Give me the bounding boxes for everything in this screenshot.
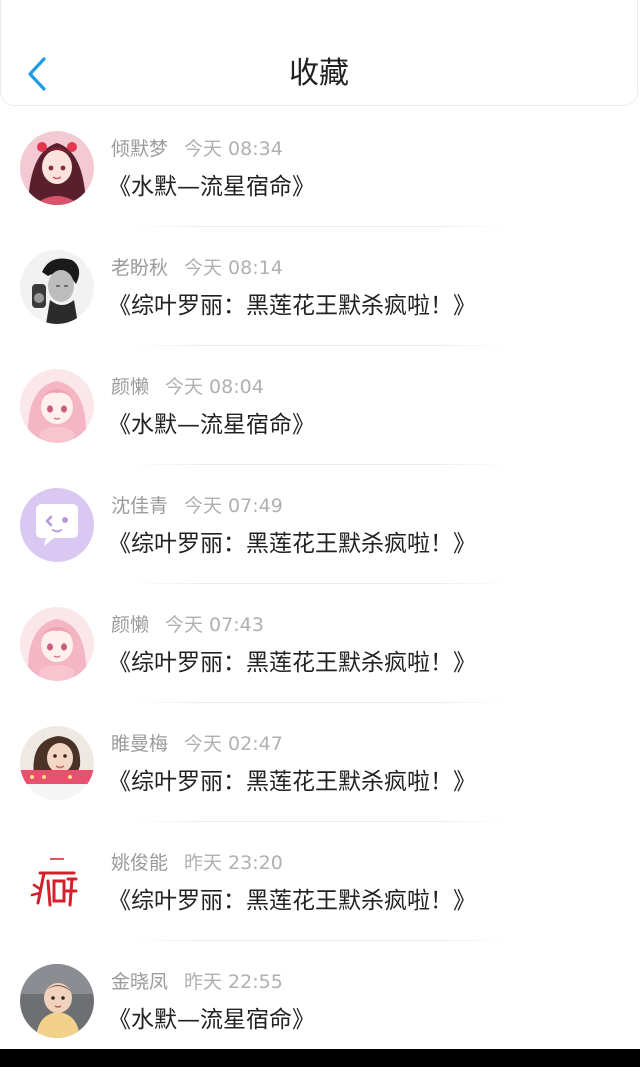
author-name: 老盼秋 — [111, 257, 169, 279]
favorite-item[interactable]: 睢曼梅 今天 02:47 《综叶罗丽：黑莲花王默杀疯啦！》 — [0, 703, 640, 822]
anime-girl-red-avatar-icon — [20, 131, 94, 205]
favorite-item[interactable]: 姚俊能 昨天 23:20 《综叶罗丽：黑莲花王默杀疯啦！》 — [0, 822, 640, 941]
item-meta: 颜懒 今天 08:04 — [111, 374, 264, 400]
item-meta: 姚俊能 昨天 23:20 — [111, 850, 283, 876]
favorite-item[interactable]: 颜懒 今天 08:04 《水默—流星宿命》 — [0, 346, 640, 465]
story-title: 《综叶罗丽：黑莲花王默杀疯啦！》 — [108, 531, 476, 557]
story-title: 《水默—流星宿命》 — [108, 174, 315, 200]
item-meta: 倾默梦 今天 08:34 — [111, 136, 283, 162]
favorites-list: 倾默梦 今天 08:34 《水默—流星宿命》 老盼秋 今天 08:14 《综叶罗… — [0, 108, 640, 1060]
man-bw-avatar-icon — [20, 250, 94, 324]
timestamp: 今天 08:04 — [165, 376, 264, 398]
woman-photo-avatar-icon — [20, 726, 94, 800]
item-meta: 颜懒 今天 07:43 — [111, 612, 264, 638]
chat-bubble-purple-avatar-icon — [20, 488, 94, 562]
timestamp: 今天 07:43 — [165, 614, 264, 636]
avatar — [20, 845, 94, 919]
red-calligraphy-avatar-icon — [20, 845, 94, 919]
story-title: 《水默—流星宿命》 — [108, 1007, 315, 1033]
author-name: 金晓凤 — [111, 971, 169, 993]
favorite-item[interactable]: 颜懒 今天 07:43 《综叶罗丽：黑莲花王默杀疯啦！》 — [0, 584, 640, 703]
item-meta: 老盼秋 今天 08:14 — [111, 255, 283, 281]
timestamp: 昨天 22:55 — [184, 971, 283, 993]
favorite-item[interactable]: 沈佳青 今天 07:49 《综叶罗丽：黑莲花王默杀疯啦！》 — [0, 465, 640, 584]
avatar — [20, 369, 94, 443]
author-name: 颜懒 — [111, 376, 150, 398]
author-name: 姚俊能 — [111, 852, 169, 874]
item-meta: 睢曼梅 今天 02:47 — [111, 731, 283, 757]
story-title: 《综叶罗丽：黑莲花王默杀疯啦！》 — [108, 888, 476, 914]
timestamp: 今天 08:14 — [184, 257, 283, 279]
timestamp: 今天 02:47 — [184, 733, 283, 755]
favorite-item[interactable]: 金晓凤 昨天 22:55 《水默—流星宿命》 — [0, 941, 640, 1060]
avatar — [20, 488, 94, 562]
anime-girl-pink-avatar-icon — [20, 369, 94, 443]
timestamp: 昨天 23:20 — [184, 852, 283, 874]
avatar — [20, 250, 94, 324]
system-bottom-bar — [0, 1049, 640, 1067]
timestamp: 今天 08:34 — [184, 138, 283, 160]
item-meta: 金晓凤 昨天 22:55 — [111, 969, 283, 995]
favorites-page: 收藏 倾默梦 今天 08:34 《水默—流星宿命》 老盼秋 今天 08:14 《… — [0, 0, 640, 1067]
author-name: 颜懒 — [111, 614, 150, 636]
story-title: 《水默—流星宿命》 — [108, 412, 315, 438]
item-meta: 沈佳青 今天 07:49 — [111, 493, 283, 519]
story-title: 《综叶罗丽：黑莲花王默杀疯啦！》 — [108, 650, 476, 676]
avatar — [20, 607, 94, 681]
page-title: 收藏 — [289, 56, 349, 91]
avatar — [20, 726, 94, 800]
author-name: 睢曼梅 — [111, 733, 169, 755]
nav-header: 收藏 — [0, 0, 638, 106]
timestamp: 今天 07:49 — [184, 495, 283, 517]
author-name: 倾默梦 — [111, 138, 169, 160]
story-title: 《综叶罗丽：黑莲花王默杀疯啦！》 — [108, 293, 476, 319]
story-title: 《综叶罗丽：黑莲花王默杀疯啦！》 — [108, 769, 476, 795]
anime-girl-pink-avatar-icon — [20, 607, 94, 681]
favorite-item[interactable]: 老盼秋 今天 08:14 《综叶罗丽：黑莲花王默杀疯啦！》 — [0, 227, 640, 346]
favorite-item[interactable]: 倾默梦 今天 08:34 《水默—流星宿命》 — [0, 108, 640, 227]
avatar — [20, 131, 94, 205]
baby-photo-avatar-icon — [20, 964, 94, 1038]
avatar — [20, 964, 94, 1038]
author-name: 沈佳青 — [111, 495, 169, 517]
